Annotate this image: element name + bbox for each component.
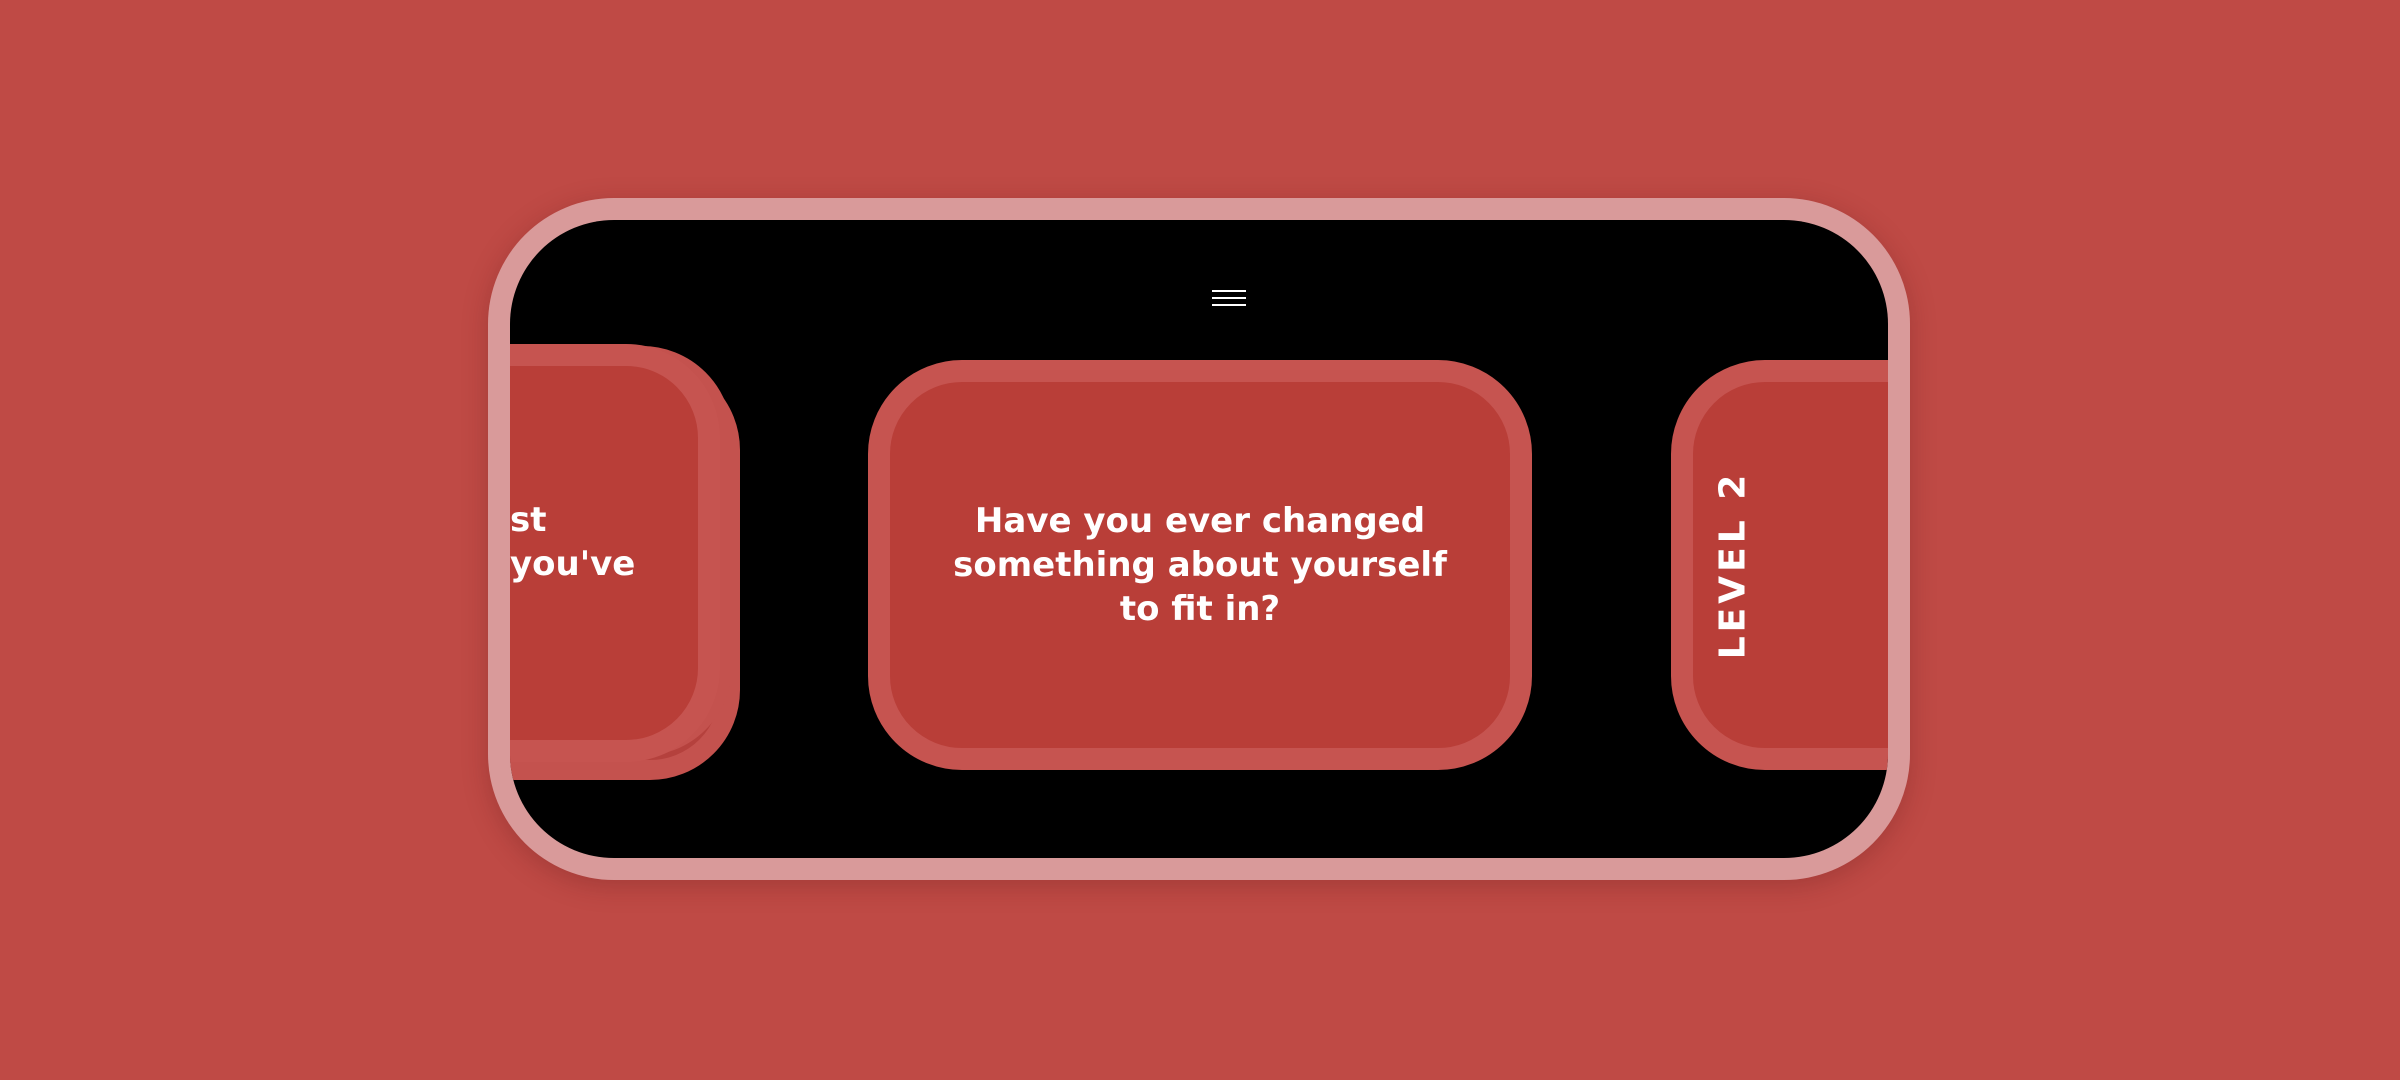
menu-bar-top xyxy=(1212,290,1246,292)
current-question-card[interactable]: Have you ever changed something about yo… xyxy=(868,360,1532,770)
question-text: Have you ever changed something about yo… xyxy=(953,501,1447,629)
previous-card-text-line2: you've xyxy=(510,544,636,584)
hamburger-menu-icon[interactable] xyxy=(1202,278,1258,318)
device-frame: st you've Have you ever changed somethin… xyxy=(488,198,1910,880)
previous-card-text: st you've xyxy=(510,498,635,586)
menu-bar-middle xyxy=(1212,297,1246,299)
next-level-card[interactable]: LEVEL 2 xyxy=(1671,360,1888,770)
previous-card[interactable]: st you've xyxy=(510,344,720,762)
level-label: LEVEL 2 xyxy=(1712,470,1754,660)
menu-bar-bottom xyxy=(1212,304,1246,306)
previous-card-text-line1: st xyxy=(510,500,547,540)
game-screen: st you've Have you ever changed somethin… xyxy=(510,220,1888,858)
